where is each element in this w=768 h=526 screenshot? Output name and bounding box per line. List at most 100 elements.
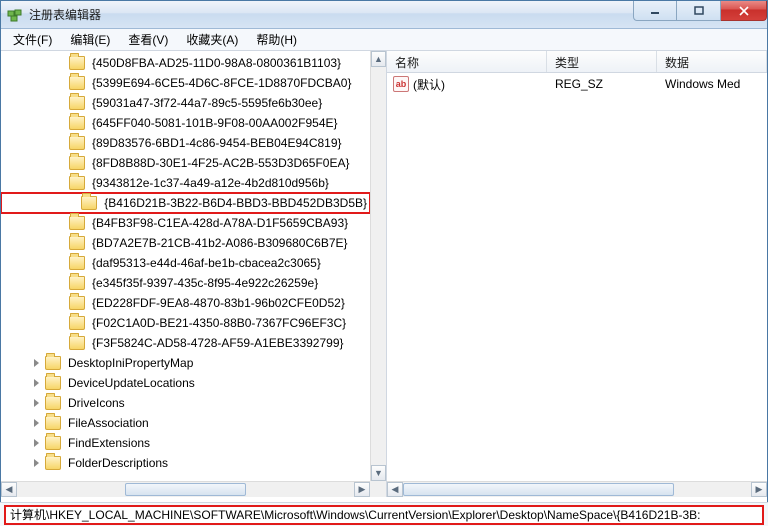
folder-icon [45, 396, 61, 410]
status-bar: 计算机\HKEY_LOCAL_MACHINE\SOFTWARE\Microsof… [0, 502, 768, 526]
tree-item[interactable]: FolderDescriptions [1, 453, 370, 473]
tree-item-label: FileAssociation [65, 415, 152, 431]
scroll-left-button[interactable]: ◀ [1, 482, 17, 497]
tree-item-label: DesktopIniPropertyMap [65, 355, 196, 371]
value-data: Windows Med [657, 77, 767, 91]
list-body[interactable]: ab(默认) REG_SZWindows Med [387, 73, 767, 95]
tree-item[interactable]: {F3F5824C-AD58-4728-AF59-A1EBE3392799} [1, 333, 370, 353]
tree-item-label: {daf95313-e44d-46af-be1b-cbacea2c3065} [89, 255, 324, 271]
workspace: {450D8FBA-AD25-11D0-98A8-0800361B1103} {5… [1, 51, 767, 497]
tree-item-label: DeviceUpdateLocations [65, 375, 198, 391]
window-controls [633, 1, 767, 21]
menu-help[interactable]: 帮助(H) [248, 29, 305, 50]
folder-icon [45, 356, 61, 370]
list-row[interactable]: ab(默认) REG_SZWindows Med [387, 75, 767, 93]
scroll-thumb[interactable] [403, 483, 674, 496]
folder-icon [69, 176, 85, 190]
folder-icon [69, 236, 85, 250]
column-header-name[interactable]: 名称 [387, 51, 547, 72]
tree-item-label: {F02C1A0D-BE21-4350-88B0-7367FC96EF3C} [89, 315, 349, 331]
tree-item-label: {e345f35f-9397-435c-8f95-4e922c26259e} [89, 275, 321, 291]
tree-item-label: {B416D21B-3B22-B6D4-BBD3-BBD452DB3D5B} [101, 195, 370, 211]
menu-bar: 文件(F) 编辑(E) 查看(V) 收藏夹(A) 帮助(H) [1, 29, 767, 51]
folder-icon [69, 136, 85, 150]
tree-item-label: {59031a47-3f72-44a7-89c5-5595fe6b30ee} [89, 95, 325, 111]
tree-item[interactable]: {B4FB3F98-C1EA-428d-A78A-D1F5659CBA93} [1, 213, 370, 233]
expander-icon[interactable] [66, 196, 80, 210]
tree-item[interactable]: {59031a47-3f72-44a7-89c5-5595fe6b30ee} [1, 93, 370, 113]
tree-item[interactable]: {5399E694-6CE5-4D6C-8FCE-1D8870FDCBA0} [1, 73, 370, 93]
window-title: 注册表编辑器 [29, 6, 101, 23]
folder-icon [69, 116, 85, 130]
tree-item[interactable]: {450D8FBA-AD25-11D0-98A8-0800361B1103} [1, 53, 370, 73]
expander-icon[interactable] [29, 396, 43, 410]
tree-item[interactable]: FindExtensions [1, 433, 370, 453]
tree-item[interactable]: DeviceUpdateLocations [1, 373, 370, 393]
tree-item-label: DriveIcons [65, 395, 128, 411]
menu-file[interactable]: 文件(F) [5, 29, 60, 50]
scroll-right-button[interactable]: ▶ [354, 482, 370, 497]
expander-icon[interactable] [29, 416, 43, 430]
folder-icon [69, 216, 85, 230]
folder-icon [69, 296, 85, 310]
value-name: (默认) [413, 76, 445, 93]
tree-item[interactable]: {e345f35f-9397-435c-8f95-4e922c26259e} [1, 273, 370, 293]
status-path-box: 计算机\HKEY_LOCAL_MACHINE\SOFTWARE\Microsof… [4, 505, 764, 525]
tree-item-label: {ED228FDF-9EA8-4870-83b1-96b02CFE0D52} [89, 295, 348, 311]
column-header-type[interactable]: 类型 [547, 51, 657, 72]
list-header: 名称 类型 数据 [387, 51, 767, 73]
folder-icon [69, 276, 85, 290]
title-bar: 注册表编辑器 [1, 1, 767, 29]
expander-icon[interactable] [29, 356, 43, 370]
scroll-thumb[interactable] [125, 483, 246, 496]
list-pane: 名称 类型 数据 ab(默认) REG_SZWindows Med ◀ ▶ [387, 51, 767, 497]
folder-icon [69, 96, 85, 110]
tree-item[interactable]: {F02C1A0D-BE21-4350-88B0-7367FC96EF3C} [1, 313, 370, 333]
tree-item[interactable]: {daf95313-e44d-46af-be1b-cbacea2c3065} [1, 253, 370, 273]
scroll-left-button[interactable]: ◀ [387, 482, 403, 497]
minimize-button[interactable] [633, 1, 677, 21]
tree-item[interactable]: {9343812e-1c37-4a49-a12e-4b2d810d956b} [1, 173, 370, 193]
expander-icon[interactable] [29, 456, 43, 470]
scroll-up-button[interactable]: ▲ [371, 51, 386, 67]
folder-icon [45, 416, 61, 430]
folder-icon [69, 316, 85, 330]
tree-item-label: {BD7A2E7B-21CB-41b2-A086-B309680C6B7E} [89, 235, 351, 251]
tree-view[interactable]: {450D8FBA-AD25-11D0-98A8-0800361B1103} {5… [1, 51, 370, 481]
tree-vertical-scrollbar[interactable]: ▲ ▼ [370, 51, 386, 481]
tree-item[interactable]: {645FF040-5081-101B-9F08-00AA002F954E} [1, 113, 370, 133]
tree-item[interactable]: {B416D21B-3B22-B6D4-BBD3-BBD452DB3D5B} [1, 193, 370, 213]
menu-edit[interactable]: 编辑(E) [62, 29, 118, 50]
scroll-track[interactable] [403, 482, 751, 497]
value-type: REG_SZ [547, 77, 657, 91]
string-value-icon: ab [393, 76, 409, 92]
scroll-right-button[interactable]: ▶ [751, 482, 767, 497]
folder-icon [45, 436, 61, 450]
scroll-track[interactable] [371, 67, 386, 465]
folder-icon [69, 256, 85, 270]
tree-item[interactable]: FileAssociation [1, 413, 370, 433]
menu-view[interactable]: 查看(V) [120, 29, 176, 50]
menu-favorites[interactable]: 收藏夹(A) [178, 29, 246, 50]
tree-item[interactable]: DriveIcons [1, 393, 370, 413]
tree-item[interactable]: {8FD8B88D-30E1-4F25-AC2B-553D3D65F0EA} [1, 153, 370, 173]
tree-item-label: {8FD8B88D-30E1-4F25-AC2B-553D3D65F0EA} [89, 155, 352, 171]
tree-horizontal-scrollbar[interactable]: ◀ ▶ [1, 481, 370, 497]
maximize-button[interactable] [677, 1, 721, 21]
tree-item-label: {F3F5824C-AD58-4728-AF59-A1EBE3392799} [89, 335, 347, 351]
tree-item-label: {B4FB3F98-C1EA-428d-A78A-D1F5659CBA93} [89, 215, 351, 231]
tree-item[interactable]: {BD7A2E7B-21CB-41b2-A086-B309680C6B7E} [1, 233, 370, 253]
expander-icon[interactable] [29, 436, 43, 450]
scroll-down-button[interactable]: ▼ [371, 465, 386, 481]
folder-icon [69, 56, 85, 70]
tree-item[interactable]: {ED228FDF-9EA8-4870-83b1-96b02CFE0D52} [1, 293, 370, 313]
tree-item[interactable]: DesktopIniPropertyMap [1, 353, 370, 373]
close-button[interactable] [721, 1, 767, 21]
tree-item-label: {5399E694-6CE5-4D6C-8FCE-1D8870FDCBA0} [89, 75, 354, 91]
scroll-track[interactable] [17, 482, 354, 497]
column-header-data[interactable]: 数据 [657, 51, 767, 72]
tree-item[interactable]: {89D83576-6BD1-4c86-9454-BEB04E94C819} [1, 133, 370, 153]
folder-icon [45, 376, 61, 390]
expander-icon[interactable] [29, 376, 43, 390]
list-horizontal-scrollbar[interactable]: ◀ ▶ [387, 481, 767, 497]
